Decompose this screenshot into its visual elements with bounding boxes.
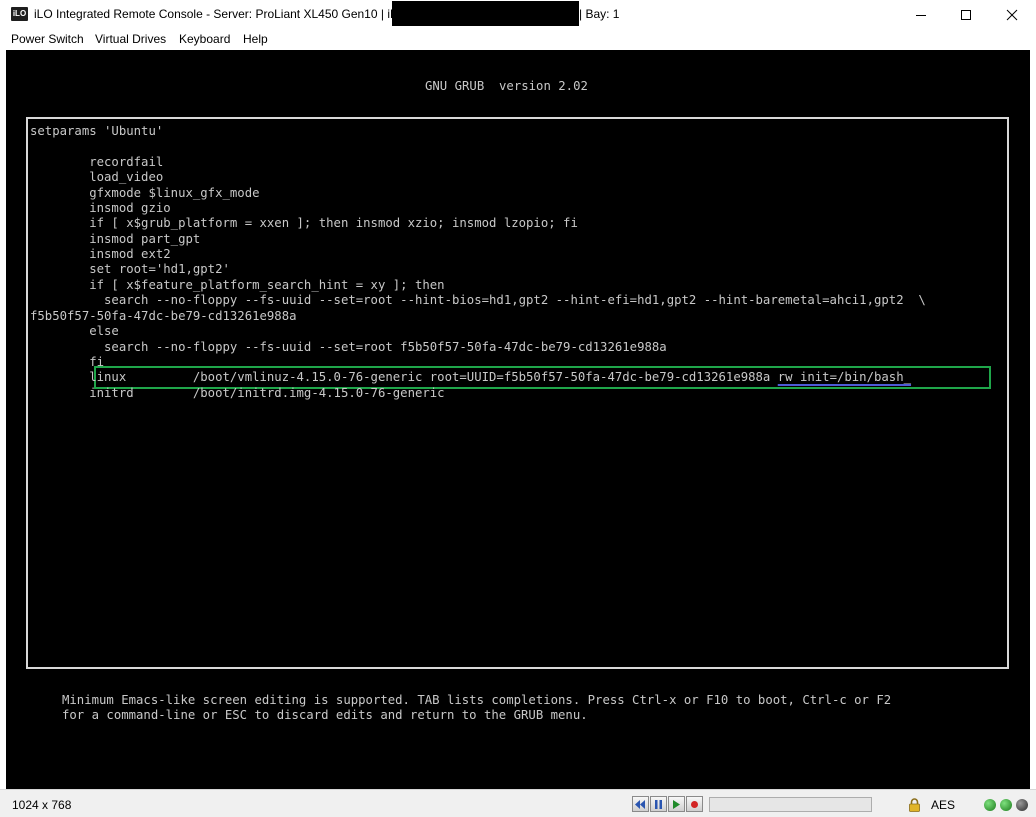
redacted-ilo-address [392,1,579,26]
grub-line: setparams 'Ubuntu' [30,124,164,138]
playback-progress-bar[interactable] [709,797,872,812]
close-button[interactable] [989,0,1035,29]
pause-button[interactable] [650,796,667,812]
grub-header: GNU GRUB version 2.02 [425,79,588,93]
grub-line: insmod ext2 [30,247,171,261]
lock-icon [909,798,920,812]
title-bar: iLO iLO Integrated Remote Console - Serv… [0,0,1036,29]
grub-line: set root='hd1,gpt2' [30,262,230,276]
minimize-icon [916,14,926,16]
grub-line: insmod part_gpt [30,232,201,246]
menu-power-switch[interactable]: Power Switch [11,32,84,46]
pause-icon [655,799,662,809]
status-led-icon [1000,799,1012,811]
grub-line: insmod gzio [30,201,171,215]
remote-console-screen[interactable]: GNU GRUB version 2.02 setparams 'Ubuntu'… [6,50,1030,789]
window-title-bay: | Bay: 1 [579,7,620,21]
initrd-line: initrd /boot/initrd.img-4.15.0-76-generi… [30,386,445,400]
grub-line: search --no-floppy --fs-uuid --set=root … [30,293,926,307]
linux-kernel-line: linux /boot/vmlinuz-4.15.0-76-generic ro… [30,370,911,385]
grub-line: load_video [30,170,164,184]
window-title: iLO Integrated Remote Console - Server: … [34,7,410,21]
minimize-button[interactable] [898,0,944,29]
maximize-button[interactable] [943,0,989,29]
encryption-label: AES [931,798,956,812]
status-led-icon [1016,799,1028,811]
maximize-icon [961,9,971,20]
console-frame: GNU GRUB version 2.02 setparams 'Ubuntu'… [0,50,1036,789]
grub-line: else [30,324,119,338]
ilo-app-icon: iLO [11,7,28,21]
rewind-button[interactable] [632,796,649,812]
menu-bar: Power Switch Virtual Drives Keyboard Hel… [0,29,1036,50]
play-icon [673,799,680,809]
menu-keyboard[interactable]: Keyboard [179,32,230,46]
grub-line: fi [30,355,105,369]
grub-line: recordfail [30,155,164,169]
grub-help-text: for a command-line or ESC to discard edi… [62,708,588,722]
grub-line: f5b50f57-50fa-47dc-be79-cd13261e988a [30,309,297,323]
grub-line: if [ x$feature_platform_search_hint = xy… [30,278,445,292]
linux-line-prefix: linux /boot/vmlinuz-4.15.0-76-generic ro… [30,370,778,384]
close-icon [1006,9,1018,20]
grub-line: if [ x$grub_platform = xxen ]; then insm… [30,216,578,230]
added-boot-parameters: rw init=/bin/bash_ [777,370,912,384]
status-bar: 1024 x 768 AES [0,789,1036,817]
menu-virtual-drives[interactable]: Virtual Drives [95,32,166,46]
record-button[interactable] [686,796,703,812]
play-button[interactable] [668,796,685,812]
rewind-icon [635,799,645,809]
grub-line: search --no-floppy --fs-uuid --set=root … [30,340,667,354]
resolution-label: 1024 x 768 [12,798,72,812]
status-led-icon [984,799,996,811]
grub-line: gfxmode $linux_gfx_mode [30,186,260,200]
menu-help[interactable]: Help [243,32,268,46]
grub-help-text: Minimum Emacs-like screen editing is sup… [62,693,892,707]
record-icon [691,800,698,808]
